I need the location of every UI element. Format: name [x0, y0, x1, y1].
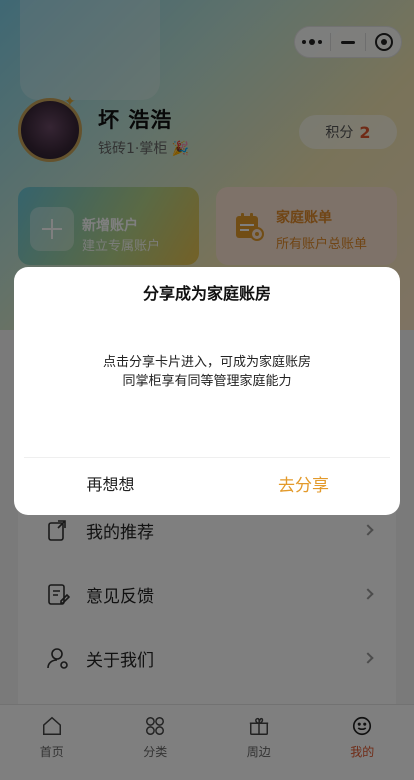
dialog-message: 点击分享卡片进入，可成为家庭账房 同掌柜享有同等管理家庭能力 — [14, 353, 400, 391]
cancel-button[interactable]: 再想想 — [14, 458, 207, 508]
dialog-title: 分享成为家庭账房 — [142, 284, 271, 303]
dialog-message-line2: 同掌柜享有同等管理家庭能力 — [122, 374, 292, 389]
share-dialog: 分享成为家庭账房 点击分享卡片进入，可成为家庭账房 同掌柜享有同等管理家庭能力 … — [14, 267, 400, 515]
dialog-message-line1: 点击分享卡片进入，可成为家庭账房 — [102, 355, 311, 370]
share-button[interactable]: 去分享 — [207, 458, 400, 508]
